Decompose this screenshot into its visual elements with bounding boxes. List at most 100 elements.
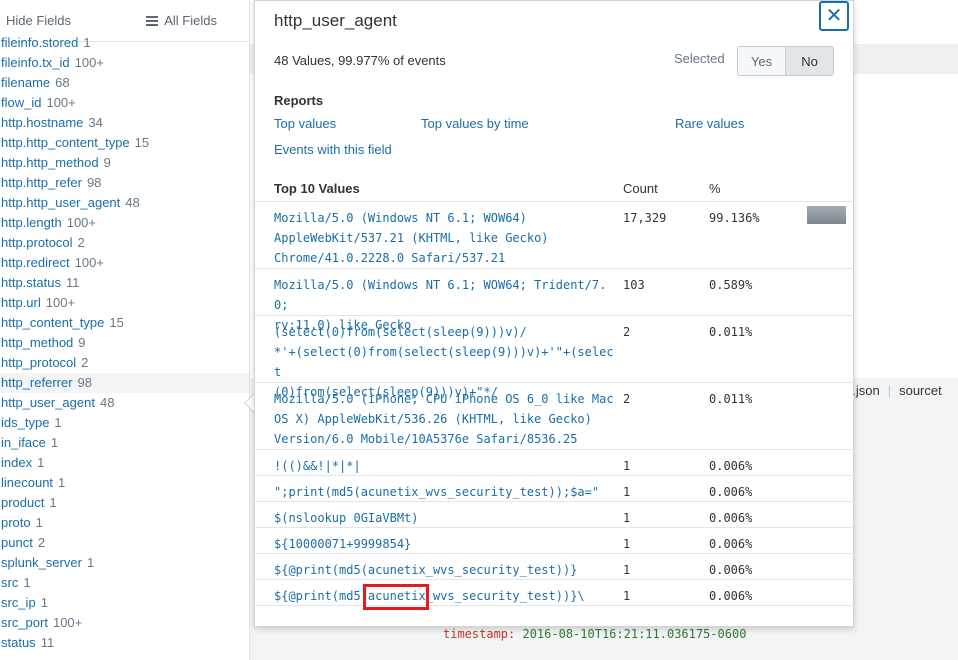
value-row[interactable]: Mozilla/5.0 (Windows NT 6.1; WOW64; Trid… [255,269,854,332]
field-item[interactable]: http.hostname 34 [0,113,249,133]
field-item[interactable]: product 1 [0,493,249,513]
field-name[interactable]: ids_type [1,415,49,430]
field-name[interactable]: splunk_server [1,555,82,570]
field-item[interactable]: filename 68 [0,73,249,93]
value-percent: 0.006% [709,459,753,473]
field-name[interactable]: http.http_refer [1,175,82,190]
field-name[interactable]: src_ip [1,595,36,610]
close-button[interactable]: ✕ [819,1,849,31]
field-name[interactable]: src [1,575,18,590]
field-name[interactable]: flow_id [1,95,41,110]
value-row[interactable]: ${10000071+9999854} 1 0.006% [255,528,854,554]
field-name[interactable]: http.hostname [1,115,83,130]
field-item[interactable]: src 1 [0,573,249,593]
json-value[interactable]: 2016-08-10T16:21:11.036175-0600 [522,627,746,641]
field-item[interactable]: src_port 100+ [0,613,249,633]
field-name[interactable]: http.status [1,275,61,290]
field-item[interactable]: http.http_refer 98 [0,173,249,193]
top-values-link[interactable]: Top values [274,116,336,131]
field-item[interactable]: http_protocol 2 [0,353,249,373]
field-item[interactable]: http.length 100+ [0,213,249,233]
value-link[interactable]: ${@print(md5(acunetix_wvs_security_test)… [274,560,614,580]
sourcetype-label[interactable]: sourcet [899,383,942,398]
value-link[interactable]: $(nslookup 0GIaVBMt) [274,508,614,528]
field-item[interactable]: ids_type 1 [0,413,249,433]
field-name[interactable]: http.redirect [1,255,70,270]
field-name[interactable]: index [1,455,32,470]
field-name[interactable]: filename [1,75,50,90]
value-row[interactable]: !(()&&!|*|*| 1 0.006% [255,450,854,476]
field-name[interactable]: proto [1,515,31,530]
field-item[interactable]: http_user_agent 48 [0,393,249,413]
field-item[interactable]: proto 1 [0,513,249,533]
value-link[interactable]: ${10000071+9999854} [274,534,614,554]
value-link[interactable]: Mozilla/5.0 (iPhone; CPU iPhone OS 6_0 l… [274,389,614,449]
field-name[interactable]: http.length [1,215,62,230]
field-item[interactable]: http.url 100+ [0,293,249,313]
percent-column-header: % [709,181,721,196]
field-count: 2 [37,535,46,550]
selected-no-button[interactable]: No [785,47,833,75]
field-item[interactable]: http.http_method 9 [0,153,249,173]
field-name[interactable]: status [1,635,36,650]
field-item[interactable]: status 11 [0,633,249,653]
field-name[interactable]: http.http_user_agent [1,195,120,210]
selected-yes-button[interactable]: Yes [738,47,785,75]
field-name[interactable]: linecount [1,475,53,490]
field-name[interactable]: http_content_type [1,315,104,330]
value-percent: 0.589% [709,278,753,292]
value-link[interactable]: !(()&&!|*|*| [274,456,614,476]
field-name[interactable]: http_method [1,335,73,350]
field-count: 100+ [74,55,104,70]
field-item[interactable]: http.http_content_type 15 [0,133,249,153]
field-item[interactable]: http.http_user_agent 48 [0,193,249,213]
rare-values-link[interactable]: Rare values [675,116,744,131]
field-item[interactable]: index 1 [0,453,249,473]
value-count: 1 [623,589,631,603]
value-row[interactable]: (select(0)from(select(sleep(9)))v)/ *'+(… [255,316,854,399]
hide-fields-button[interactable]: Hide Fields [6,13,71,28]
field-name[interactable]: http_user_agent [1,395,95,410]
value-link[interactable]: ";print(md5(acunetix_wvs_security_test))… [274,482,614,502]
field-name[interactable]: http.http_content_type [1,135,130,150]
value-row[interactable]: ";print(md5(acunetix_wvs_security_test))… [255,476,854,502]
field-item[interactable]: fileinfo.tx_id 100+ [0,53,249,73]
field-name[interactable]: http.url [1,295,41,310]
value-row[interactable]: Mozilla/5.0 (iPhone; CPU iPhone OS 6_0 l… [255,383,854,450]
field-item[interactable]: punct 2 [0,533,249,553]
field-name[interactable]: http_protocol [1,355,76,370]
field-name[interactable]: in_iface [1,435,46,450]
field-name[interactable]: src_port [1,615,48,630]
field-count: 1 [35,515,43,530]
list-icon [146,15,159,26]
field-item[interactable]: flow_id 100+ [0,93,249,113]
field-item[interactable]: http_content_type 15 [0,313,249,333]
field-item[interactable]: http.status 11 [0,273,249,293]
top-values-by-time-link[interactable]: Top values by time [421,116,529,131]
field-name[interactable]: fileinfo.stored [1,35,78,50]
field-name[interactable]: http_referrer [1,375,73,390]
field-item[interactable]: linecount 1 [0,473,249,493]
value-row[interactable]: Mozilla/5.0 (Windows NT 6.1; WOW64) Appl… [255,202,854,269]
value-row[interactable]: ${@print(md5(acunetix_wvs_security_test)… [255,580,854,606]
field-item[interactable]: splunk_server 1 [0,553,249,573]
field-item[interactable]: http_method 9 [0,333,249,353]
field-item[interactable]: http.redirect 100+ [0,253,249,273]
field-name[interactable]: fileinfo.tx_id [1,55,70,70]
field-item[interactable]: http_referrer 98 [0,373,249,393]
field-name[interactable]: http.protocol [1,235,73,250]
field-name[interactable]: product [1,495,44,510]
value-percent: 0.006% [709,511,753,525]
field-item[interactable]: http.protocol 2 [0,233,249,253]
events-with-field-link[interactable]: Events with this field [274,142,392,157]
field-name[interactable]: http.http_method [1,155,99,170]
field-item[interactable]: in_iface 1 [0,433,249,453]
value-row[interactable]: $(nslookup 0GIaVBMt) 1 0.006% [255,502,854,528]
value-link[interactable]: Mozilla/5.0 (Windows NT 6.1; WOW64) Appl… [274,208,614,268]
field-name[interactable]: punct [1,535,33,550]
field-item[interactable]: src_ip 1 [0,593,249,613]
value-row[interactable]: ${@print(md5(acunetix_wvs_security_test)… [255,554,854,580]
value-link[interactable]: ${@print(md5(acunetix_wvs_security_test)… [274,586,614,606]
all-fields-button[interactable]: All Fields [146,13,217,28]
field-item[interactable]: fileinfo.stored 1 [0,33,249,53]
